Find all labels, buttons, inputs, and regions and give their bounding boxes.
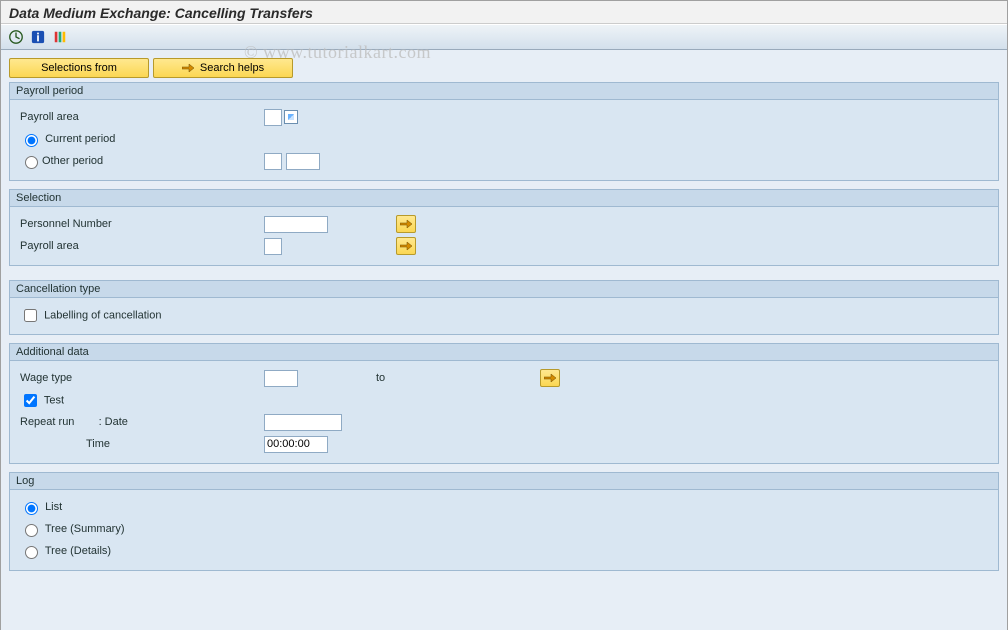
other-period-label: Other period bbox=[42, 155, 103, 167]
date-sep-label: : Date bbox=[99, 416, 128, 428]
wage-type-from-input[interactable] bbox=[264, 370, 298, 387]
group-title: Log bbox=[10, 473, 998, 490]
group-log: Log List Tree (Summary) Tree (Details) bbox=[9, 472, 999, 571]
search-help-icon[interactable] bbox=[284, 110, 298, 124]
other-period-radio[interactable] bbox=[25, 156, 38, 169]
test-checkbox-row[interactable]: Test bbox=[20, 391, 64, 410]
other-period-input-b[interactable] bbox=[286, 153, 320, 170]
group-payroll-period: Payroll period Payroll area Current peri… bbox=[9, 82, 999, 181]
group-selection: Selection Personnel Number Payroll area bbox=[9, 189, 999, 266]
payroll-area-sel-input[interactable] bbox=[264, 238, 282, 255]
payroll-area-input[interactable] bbox=[264, 109, 282, 126]
to-label: to bbox=[376, 372, 396, 384]
selections-from-label: Selections from bbox=[41, 62, 117, 74]
title-bar: Data Medium Exchange: Cancelling Transfe… bbox=[1, 1, 1007, 24]
payroll-area-label: Payroll area bbox=[20, 111, 260, 123]
personnel-number-input[interactable] bbox=[264, 216, 328, 233]
time-label: Time bbox=[20, 438, 260, 450]
test-checkbox[interactable] bbox=[24, 394, 37, 407]
selections-from-button[interactable]: Selections from bbox=[9, 58, 149, 78]
personnel-number-multi-icon[interactable] bbox=[396, 215, 416, 233]
payroll-area-multi-icon[interactable] bbox=[396, 237, 416, 255]
selection-buttons-row: Selections from Search helps bbox=[9, 58, 999, 78]
other-period-input-a[interactable] bbox=[264, 153, 282, 170]
search-helps-button[interactable]: Search helps bbox=[153, 58, 293, 78]
group-cancellation-type: Cancellation type Labelling of cancellat… bbox=[9, 280, 999, 335]
other-period-radio-row[interactable]: Other period bbox=[20, 153, 260, 169]
current-period-radio[interactable] bbox=[25, 134, 38, 147]
group-title: Payroll period bbox=[10, 83, 998, 100]
labelling-checkbox[interactable] bbox=[24, 309, 37, 322]
personnel-number-label: Personnel Number bbox=[20, 218, 260, 230]
log-tree-details-label: Tree (Details) bbox=[45, 545, 111, 557]
payroll-area-sel-label: Payroll area bbox=[20, 240, 260, 252]
search-helps-label: Search helps bbox=[200, 62, 264, 74]
application-toolbar bbox=[1, 24, 1007, 50]
log-list-radio[interactable] bbox=[25, 502, 38, 515]
log-tree-details-radio[interactable] bbox=[25, 546, 38, 559]
variant-icon[interactable] bbox=[51, 28, 69, 46]
current-period-radio-row[interactable]: Current period bbox=[20, 131, 115, 147]
log-tree-details-radio-row[interactable]: Tree (Details) bbox=[20, 543, 111, 559]
current-period-label: Current period bbox=[45, 133, 115, 145]
repeat-run-row: Repeat run : Date bbox=[20, 416, 260, 428]
content-area: Selections from Search helps Payroll per… bbox=[1, 50, 1007, 630]
repeat-date-input[interactable] bbox=[264, 414, 342, 431]
log-tree-summary-radio-row[interactable]: Tree (Summary) bbox=[20, 521, 125, 537]
group-additional-data: Additional data Wage type to Test bbox=[9, 343, 999, 464]
log-list-label: List bbox=[45, 501, 62, 513]
repeat-run-label: Repeat run bbox=[20, 416, 74, 428]
info-icon[interactable] bbox=[29, 28, 47, 46]
time-input[interactable] bbox=[264, 436, 328, 453]
wage-type-label: Wage type bbox=[20, 372, 260, 384]
wage-type-multi-icon[interactable] bbox=[540, 369, 560, 387]
execute-icon[interactable] bbox=[7, 28, 25, 46]
log-tree-summary-label: Tree (Summary) bbox=[45, 523, 125, 535]
test-label: Test bbox=[44, 394, 64, 406]
arrow-right-icon bbox=[182, 63, 194, 73]
page-title: Data Medium Exchange: Cancelling Transfe… bbox=[9, 5, 313, 21]
labelling-checkbox-row[interactable]: Labelling of cancellation bbox=[20, 306, 161, 325]
log-tree-summary-radio[interactable] bbox=[25, 524, 38, 537]
labelling-label: Labelling of cancellation bbox=[44, 309, 161, 321]
group-title: Selection bbox=[10, 190, 998, 207]
group-title: Additional data bbox=[10, 344, 998, 361]
log-list-radio-row[interactable]: List bbox=[20, 499, 62, 515]
group-title: Cancellation type bbox=[10, 281, 998, 298]
